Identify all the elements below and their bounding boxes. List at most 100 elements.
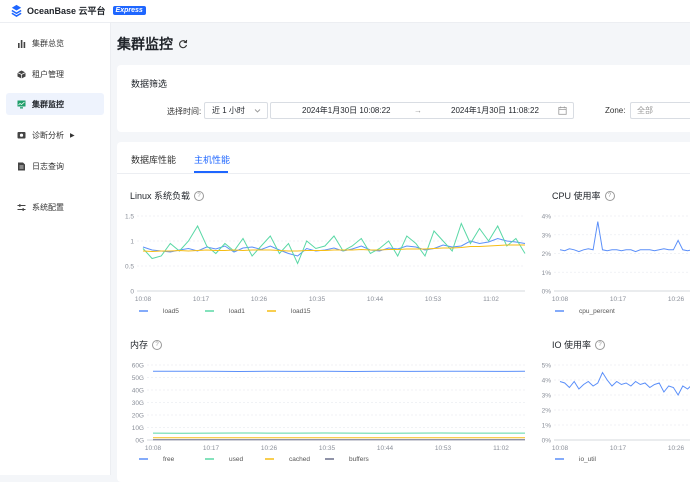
x-tick-label: 10:26 [261, 445, 278, 452]
y-tick-label: 1% [542, 423, 552, 430]
io-usage-chart[interactable]: 0% 1% 2% 3% 4% 5% 10:08 10:17 10:26 io_util [537, 357, 690, 469]
x-tick-label: 10:44 [367, 296, 384, 303]
help-icon[interactable]: ? [194, 191, 204, 201]
y-tick-label: 0.5 [125, 264, 134, 271]
tab-database-performance[interactable]: 数据库性能 [131, 153, 176, 166]
metrics-card: 数据库性能 主机性能 Linux 系统负载 ? CPU 使用率 ? 内存 ? I… [117, 142, 690, 482]
y-tick-label: 3% [542, 232, 552, 239]
x-tick-label: 10:53 [425, 296, 442, 303]
y-tick-label: 20G [132, 413, 144, 420]
legend-label-free[interactable]: free [163, 456, 175, 463]
chevron-down-icon [254, 108, 261, 114]
sidebar-item-label: 系统配置 [32, 202, 64, 213]
legend-label-cpu_percent[interactable]: cpu_percent [579, 308, 615, 315]
y-tick-label: 10G [132, 425, 144, 432]
zone-select[interactable]: 全部 [630, 102, 690, 119]
sidebar-item-cluster-overview[interactable]: 集群总览 [6, 32, 104, 54]
brand-logo[interactable]: OceanBase 云平台 Express [10, 4, 146, 17]
x-tick-label: 10:08 [135, 296, 152, 303]
series-line-cpu_percent[interactable] [560, 222, 690, 252]
x-tick-label: 11:02 [493, 445, 509, 452]
help-icon[interactable]: ? [595, 340, 605, 350]
y-tick-label: 5% [542, 363, 552, 370]
legend-label-buffers[interactable]: buffers [349, 456, 370, 463]
x-tick-label: 10:26 [251, 296, 268, 303]
help-icon[interactable]: ? [152, 340, 162, 350]
chart-title-io: IO 使用率 ? [552, 338, 605, 351]
x-tick-label: 10:26 [668, 445, 685, 452]
x-tick-label: 10:08 [552, 296, 569, 303]
y-tick-label: 1 [130, 239, 134, 246]
x-tick-label: 10:08 [552, 445, 569, 452]
x-tick-label: 10:44 [377, 445, 394, 452]
y-tick-label: 4% [542, 214, 552, 221]
y-tick-label: 0G [135, 438, 144, 445]
series-line-load1[interactable] [143, 224, 525, 264]
sidebar-item-log-query[interactable]: 日志查询 [6, 155, 104, 177]
page-title: 集群监控 [117, 34, 188, 54]
oceanbase-logo-icon [10, 4, 23, 17]
memory-chart[interactable]: 0G10G20G30G40G50G60G10:0810:1710:2610:35… [117, 357, 537, 469]
chart-title-text: CPU 使用率 [552, 189, 601, 202]
legend-label-load1[interactable]: load1 [229, 308, 245, 315]
x-tick-label: 10:17 [610, 296, 627, 303]
diagnose-icon [16, 130, 26, 140]
cpu-usage-chart[interactable]: 0% 1% 2% 3% 4% 10:08 10:17 10:26 cpu_percent [537, 208, 690, 320]
y-tick-label: 1% [542, 270, 552, 277]
x-tick-label: 10:17 [203, 445, 220, 452]
sidebar-item-tenant-management[interactable]: 租户管理 [6, 63, 104, 85]
calendar-icon [558, 106, 567, 115]
chart-title-text: 内存 [130, 338, 148, 351]
y-tick-label: 60G [132, 363, 144, 370]
chart-title-cpu: CPU 使用率 ? [552, 189, 615, 202]
page-title-text: 集群监控 [117, 34, 173, 54]
sidebar-item-diagnosis[interactable]: 诊断分析 ▶ [6, 124, 104, 146]
y-tick-label: 0% [542, 438, 552, 445]
time-label: 选择时间: [167, 106, 201, 117]
linux-load-chart[interactable]: 00.511.510:0810:1710:2610:3510:4410:5311… [117, 208, 537, 320]
help-icon[interactable]: ? [605, 191, 615, 201]
chart-title-linux-load: Linux 系统负载 ? [130, 189, 204, 202]
y-tick-label: 4% [542, 378, 552, 385]
refresh-icon[interactable] [178, 39, 188, 49]
sidebar-item-system-config[interactable]: 系统配置 [6, 196, 104, 218]
tab-host-performance[interactable]: 主机性能 [194, 153, 230, 166]
zone-select-value: 全部 [637, 105, 653, 116]
x-tick-label: 10:35 [309, 296, 326, 303]
x-tick-label: 11:02 [483, 296, 499, 303]
chart-title-memory: 内存 ? [130, 338, 162, 351]
series-line-io_util[interactable] [560, 373, 690, 396]
chart-title-text: Linux 系统负载 [130, 189, 190, 202]
date-range-picker[interactable]: 2024年1月30日 10:08:22 → 2024年1月30日 11:08:2… [270, 102, 574, 119]
y-tick-label: 30G [132, 400, 144, 407]
x-tick-label: 10:17 [610, 445, 627, 452]
monitor-icon [16, 99, 26, 109]
y-tick-label: 2% [542, 251, 552, 258]
filter-section-title: 数据筛选 [131, 77, 167, 90]
legend-label-load5[interactable]: load5 [163, 308, 179, 315]
y-tick-label: 3% [542, 393, 552, 400]
sidebar-item-cluster-monitor[interactable]: 集群监控 [6, 93, 104, 115]
legend-label-io_util[interactable]: io_util [579, 456, 597, 463]
x-tick-label: 10:26 [668, 296, 685, 303]
chevron-right-icon: ▶ [70, 132, 75, 139]
legend-label-used[interactable]: used [229, 456, 243, 463]
zone-label: Zone: [605, 106, 625, 115]
start-time-input[interactable]: 2024年1月30日 10:08:22 [302, 105, 391, 116]
y-tick-label: 1.5 [125, 214, 134, 221]
legend-label-cached[interactable]: cached [289, 456, 310, 463]
x-tick-label: 10:53 [435, 445, 452, 452]
x-tick-label: 10:35 [319, 445, 336, 452]
tabs-divider [117, 173, 690, 174]
y-tick-label: 2% [542, 408, 552, 415]
sidebar-item-label: 日志查询 [32, 161, 64, 172]
legend-label-load15[interactable]: load15 [291, 308, 311, 315]
top-bar: OceanBase 云平台 Express [0, 0, 690, 23]
log-icon [16, 161, 26, 171]
y-tick-label: 0% [542, 289, 552, 296]
time-range-select[interactable]: 近 1 小时 [204, 102, 268, 119]
sidebar-item-label: 诊断分析 [32, 130, 64, 141]
end-time-input[interactable]: 2024年1月30日 11:08:22 [451, 105, 539, 116]
bar-chart-icon [16, 38, 26, 48]
sidebar-item-label: 集群监控 [32, 99, 64, 110]
